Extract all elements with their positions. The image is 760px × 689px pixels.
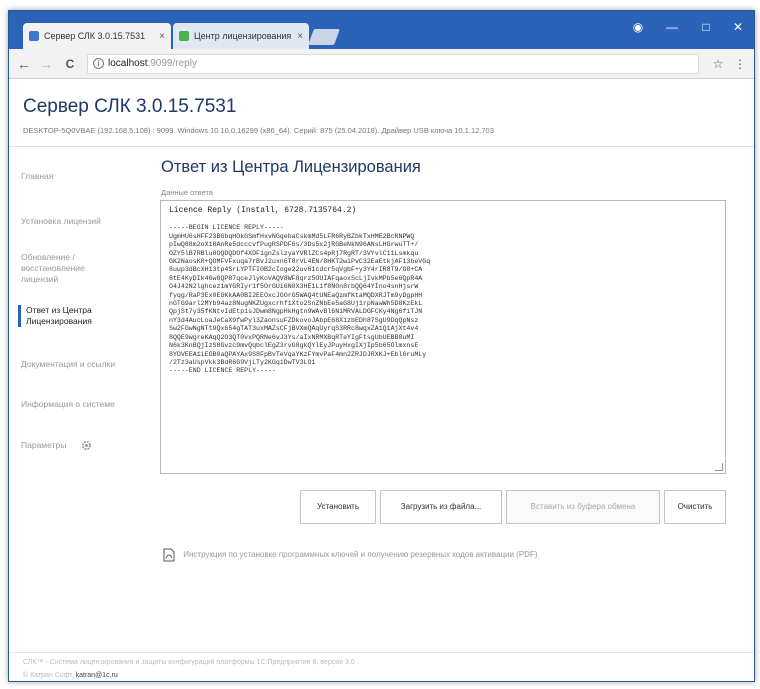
section-title: Ответ из Центра Лицензирования <box>161 158 421 176</box>
page-title: Сервер СЛК 3.0.15.7531 <box>23 96 237 117</box>
reply-line: UgmHU6sHFF23BGbqHOkGSmfHxvNGqebaCskmMd5L… <box>169 232 415 240</box>
tab-title: Сервер СЛК 3.0.15.7531 <box>44 31 146 41</box>
reply-line: 8tE4KyDIk46w8QP87qceJlyKoVAQV8WF8qrz5OUI… <box>169 274 423 282</box>
install-button[interactable]: Установить <box>300 490 376 524</box>
browser-titlebar: Сервер СЛК 3.0.15.7531 × Центр лицензиро… <box>9 11 754 49</box>
reply-line: QpjSt7y35fKNtvIdEtp1sJDwm8NgpHkHgtn9WAvB… <box>169 308 423 316</box>
tab-close-icon[interactable]: × <box>291 31 303 42</box>
sidebar-item-reply[interactable]: Ответ из Центра Лицензирования <box>18 305 118 327</box>
pdf-link-text: Инструкция по установке программных ключ… <box>183 550 538 560</box>
reply-line: -----BEGIN LICENCE REPLY----- <box>169 224 284 232</box>
clear-button[interactable]: Очистить <box>664 490 726 524</box>
reply-line: Sw2FGwNgNTt9Qx654gTAT3uxMAZsCFjBVXmQAqUy… <box>169 325 419 333</box>
back-button[interactable]: ← <box>15 54 33 74</box>
pdf-instruction-link[interactable]: Инструкция по установке программных ключ… <box>163 548 538 562</box>
reply-line: -----END LICENCE REPLY----- <box>169 367 276 375</box>
new-tab-button[interactable] <box>308 29 340 45</box>
reply-lines: -----BEGIN LICENCE REPLY----- UgmHU6sHFF2… <box>169 224 717 375</box>
reply-line: N6k3KnBQjIzS8Gvzc9mvQqbclEgZ3rvG8gkQYlEy… <box>169 342 419 350</box>
address-host: localhost <box>108 58 148 69</box>
sidebar-item-update[interactable]: Обновление / восстановление лицензий <box>21 252 121 285</box>
reply-line: 8YDVEEA1iEGB0aQPAYAx9S8FpBvTeVqaYKzFYmvP… <box>169 350 427 358</box>
reply-line: /2Tz3aUspVkk3BdR6G9VjLTy2KGqiDwTV3LO1 <box>169 358 316 366</box>
reply-line: OZY5lB7RBlu8OQDQDOf4XDF1gnZslzyaYVRlZCs4… <box>169 249 419 257</box>
paste-clipboard-button[interactable]: Вставить из буфера обмена <box>506 490 660 524</box>
sidebar: Главная Установка лицензий Обновление / … <box>9 147 129 617</box>
address-path: :9099/reply <box>147 58 197 69</box>
forward-button[interactable]: → <box>37 54 55 74</box>
bookmark-star-icon[interactable]: ☆ <box>709 54 727 74</box>
reply-line: 8QQE9wgreKAqQ2O3QT0vxPQRNe6vJ3Ys/aIxNRMX… <box>169 333 415 341</box>
footer-contact: © Катран Софт, katran@1c.ru <box>23 672 118 679</box>
pdf-file-icon <box>163 548 175 562</box>
reply-line: GK2NaosKR+QOMFVFxuqa7rBvJ2uxn6T8rVL4EN/8… <box>169 258 431 266</box>
tab-license-center[interactable]: Центр лицензирования × <box>173 23 309 49</box>
reply-line: pIwQ88m2oX18AnRe5dcccvfPugRSPDF6s/3Ds5x2… <box>169 241 419 249</box>
sidebar-item-label: Параметры <box>21 440 67 450</box>
account-icon[interactable]: ◉ <box>625 17 651 37</box>
sidebar-item-home[interactable]: Главная <box>21 171 121 182</box>
address-bar[interactable]: i localhost:9099/reply <box>87 54 699 74</box>
reply-line: nGTG9arl2MYb94az8NugNKZUgxcrhf1Xto2SnZNb… <box>169 300 423 308</box>
server-info: DESKTOP-5Q0VBAE (192.168.5.108) : 9099. … <box>23 126 494 135</box>
reply-line: fyqg/RaP3Ex0EGKkAA0BI2EEOxcJGOrG5WAQ4tUN… <box>169 291 423 299</box>
reply-line: O4J42N2lghcez1mYGRIyr1f5OrGUi6N0X3HE1L1f… <box>169 283 419 291</box>
reply-line: nY3d4AucLoaJeCaX9fwPyl3ZaonsuFZDkovoJAbp… <box>169 316 419 324</box>
close-window-button[interactable]: ✕ <box>725 17 751 37</box>
sidebar-item-install[interactable]: Установка лицензий <box>21 216 121 227</box>
page-favicon-icon <box>179 31 189 41</box>
footer-copyright: СЛК™ - Система лицензирования и защиты к… <box>23 659 355 666</box>
sidebar-item-docs[interactable]: Документация и ссылки <box>21 359 121 370</box>
maximize-button[interactable]: □ <box>693 17 719 37</box>
page-favicon-icon <box>29 31 39 41</box>
reply-field-label: Данные ответа <box>161 188 213 197</box>
gear-icon <box>81 441 91 451</box>
tab-close-icon[interactable]: × <box>153 31 165 42</box>
browser-menu-icon[interactable]: ⋮ <box>731 54 749 74</box>
minimize-button[interactable]: — <box>659 17 685 37</box>
reply-line: 8uup3dBcXH13tp4SrLYPTFI0B2cIoge22uv61cdc… <box>169 266 423 274</box>
reply-header-text: Licence Reply (Install, 6728.7135764.2) <box>169 206 357 215</box>
resize-handle[interactable] <box>715 463 723 471</box>
browser-window: Сервер СЛК 3.0.15.7531 × Центр лицензиро… <box>8 10 755 682</box>
load-file-button[interactable]: Загрузить из файла... <box>380 490 502 524</box>
site-info-icon[interactable]: i <box>93 58 104 69</box>
tab-title: Центр лицензирования <box>194 31 292 41</box>
sidebar-item-system-info[interactable]: Информация о системе <box>21 399 121 410</box>
footer-company: © Катран Софт, <box>23 672 76 679</box>
footer-email-link[interactable]: katran@1c.ru <box>76 672 118 679</box>
reply-textarea[interactable]: Licence Reply (Install, 6728.7135764.2) … <box>160 200 726 474</box>
tab-server[interactable]: Сервер СЛК 3.0.15.7531 × <box>23 23 171 49</box>
reload-button[interactable]: C <box>61 54 79 74</box>
browser-toolbar: ← → C i localhost:9099/reply ☆ ⋮ <box>9 49 754 79</box>
sidebar-item-settings[interactable]: Параметры <box>21 440 121 451</box>
page-content: Сервер СЛК 3.0.15.7531 DESKTOP-5Q0VBAE (… <box>9 80 754 681</box>
footer-divider <box>9 652 754 653</box>
